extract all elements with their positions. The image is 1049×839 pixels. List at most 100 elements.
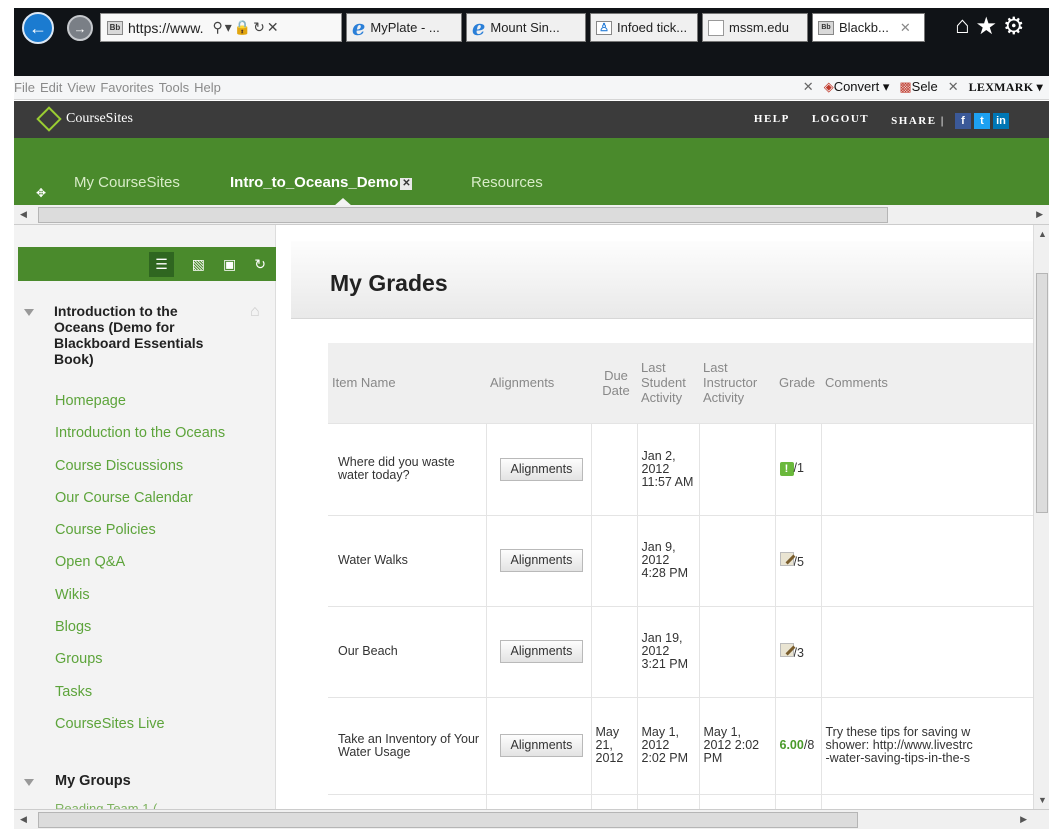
partial-cell <box>821 793 1038 809</box>
col-comments[interactable]: Comments <box>821 343 1038 423</box>
brand-name: CourseSites <box>66 111 133 126</box>
site-favicon-icon: Bb <box>107 20 123 35</box>
alignments-button[interactable]: Alignments <box>499 457 584 481</box>
alignments-button[interactable]: Alignments <box>499 734 584 757</box>
close-icon[interactable]: ✕ <box>948 79 959 95</box>
address-text: https://www. <box>128 19 204 36</box>
menu-edit[interactable]: Edit <box>40 80 67 95</box>
address-bar[interactable]: Bb https://www. ⚲▾🔒↻✕ <box>100 13 342 42</box>
move-handle-icon[interactable]: ✥ <box>36 186 46 200</box>
vertical-scrollbar[interactable]: ▲ ▼ <box>1033 225 1049 809</box>
horizontal-scrollbar-top[interactable]: ◀ ▶ <box>14 205 1049 225</box>
sidebar-item-wikis[interactable]: Wikis <box>55 585 225 617</box>
logout-link[interactable]: LOGOUT <box>812 113 869 129</box>
home-icon[interactable]: ⌂ <box>955 12 970 41</box>
alignments-button[interactable]: Alignments <box>499 640 584 663</box>
browser-tab-blackboard[interactable]: Bb Blackb... ✕ <box>812 13 925 42</box>
sidebar-item-qa[interactable]: Open Q&A <box>55 552 225 584</box>
close-icon[interactable]: ✕ <box>400 178 413 190</box>
col-last-student[interactable]: Last Student Activity <box>637 343 699 423</box>
col-due-date[interactable]: Due Date <box>591 343 637 423</box>
comment-cell <box>821 422 1038 515</box>
linkedin-icon[interactable]: in <box>993 113 1009 129</box>
scrollbar-thumb[interactable] <box>38 207 888 223</box>
sidebar-item-homepage[interactable]: Homepage <box>55 391 225 423</box>
back-button[interactable]: ← <box>22 12 54 44</box>
menu-tools[interactable]: Tools <box>159 80 194 95</box>
col-item-name[interactable]: Item Name <box>328 343 486 423</box>
collapse-triangle-icon[interactable] <box>24 309 34 316</box>
select-button[interactable]: ▩Sele <box>899 79 937 95</box>
collapse-triangle-icon[interactable] <box>24 779 34 786</box>
grade-cell: !/1 <box>775 422 822 515</box>
address-tools[interactable]: ⚲▾🔒↻✕ <box>212 19 280 36</box>
scroll-right-icon[interactable]: ▶ <box>1036 209 1043 220</box>
sidebar-item-live[interactable]: CourseSites Live <box>55 714 225 746</box>
col-last-instructor[interactable]: Last Instructor Activity <box>699 343 775 423</box>
share-label: SHARE <box>891 115 937 127</box>
partial-cell <box>486 793 592 809</box>
window-icon[interactable]: ▣ <box>223 256 236 273</box>
refresh-icon[interactable]: ↻ <box>254 256 266 273</box>
alignments-button[interactable]: Alignments <box>499 549 584 572</box>
student-activity-cell: Jan 9, 2012 4:28 PM <box>637 514 700 606</box>
grade-cell: 6.00/8 <box>775 696 822 794</box>
coursesites-logo[interactable]: CourseSites <box>36 106 133 132</box>
folder-view-icon[interactable]: ▧ <box>192 256 205 273</box>
scroll-up-icon[interactable]: ▲ <box>1038 229 1047 239</box>
horizontal-scrollbar-bottom[interactable]: ◀ ▶ <box>14 809 1049 829</box>
gear-icon[interactable]: ⚙ <box>1003 12 1025 41</box>
window-margin-bottom <box>0 829 1049 839</box>
grade-item-link[interactable]: Water Walks <box>328 514 487 606</box>
menu-file[interactable]: File <box>14 80 40 95</box>
my-groups-heading[interactable]: My Groups <box>55 773 131 789</box>
browser-tab-infoed[interactable]: ♙ Infoed tick... <box>590 13 698 42</box>
sidebar-item-discussions[interactable]: Course Discussions <box>55 456 225 488</box>
page-title: My Grades <box>330 270 448 296</box>
tab-resources[interactable]: Resources <box>471 174 543 191</box>
scrollbar-thumb[interactable] <box>38 812 858 828</box>
forward-button[interactable]: → <box>67 15 93 41</box>
scroll-right-icon[interactable]: ▶ <box>1020 814 1027 825</box>
browser-tab-mount-sinai[interactable]: e Mount Sin... <box>466 13 586 42</box>
list-view-icon[interactable]: ☰ <box>149 251 174 277</box>
scroll-down-icon[interactable]: ▼ <box>1038 795 1047 805</box>
comment-cell <box>821 605 1038 697</box>
menu-help[interactable]: Help <box>194 80 226 95</box>
home-icon[interactable]: ⌂ <box>250 303 260 321</box>
grade-item-link[interactable]: Our Beach <box>328 605 487 697</box>
sidebar-item-introduction[interactable]: Introduction to the Oceans <box>55 423 225 455</box>
menu-favorites[interactable]: Favorites <box>100 80 158 95</box>
menu-view[interactable]: View <box>67 80 100 95</box>
scrollbar-thumb[interactable] <box>1036 273 1048 513</box>
tab-my-coursesites[interactable]: My CourseSites <box>74 174 180 191</box>
close-tab-icon[interactable]: ✕ <box>900 20 911 36</box>
star-icon[interactable]: ★ <box>976 12 998 41</box>
sidebar-item-tasks[interactable]: Tasks <box>55 682 225 714</box>
ie-icon: e <box>472 15 486 40</box>
course-title[interactable]: Introduction to the Oceans (Demo for Bla… <box>54 303 224 367</box>
tab-current-course[interactable]: Intro_to_Oceans_Demo ✕ <box>230 174 413 191</box>
sidebar-item-groups[interactable]: Groups <box>55 649 225 681</box>
lexmark-button[interactable]: LEXMARK ▾ <box>969 80 1043 95</box>
sidebar-item-blogs[interactable]: Blogs <box>55 617 225 649</box>
due-date-cell <box>591 605 638 697</box>
sidebar-item-partial[interactable]: Reading Team 1 (... <box>55 801 168 809</box>
sidebar-item-policies[interactable]: Course Policies <box>55 520 225 552</box>
convert-button[interactable]: ◈Convert ▾ <box>824 79 890 95</box>
scroll-left-icon[interactable]: ◀ <box>20 814 27 825</box>
sidebar-item-calendar[interactable]: Our Course Calendar <box>55 488 225 520</box>
close-icon[interactable]: ✕ <box>803 79 814 95</box>
social-links: f t in <box>955 113 1009 129</box>
help-link[interactable]: HELP <box>754 113 790 129</box>
facebook-icon[interactable]: f <box>955 113 971 129</box>
browser-window: ← → Bb https://www. ⚲▾🔒↻✕ e MyPlate - ..… <box>0 0 1049 839</box>
scroll-left-icon[interactable]: ◀ <box>20 209 27 220</box>
grade-item-link[interactable]: Where did you waste water today? <box>328 422 487 515</box>
twitter-icon[interactable]: t <box>974 113 990 129</box>
browser-tab-myplate[interactable]: e MyPlate - ... <box>346 13 462 42</box>
col-grade[interactable]: Grade <box>775 343 821 423</box>
browser-tab-mssm[interactable]: mssm.edu <box>702 13 808 42</box>
col-alignments[interactable]: Alignments <box>486 343 591 423</box>
grade-item-link[interactable]: Take an Inventory of Your Water Usage <box>328 696 487 794</box>
